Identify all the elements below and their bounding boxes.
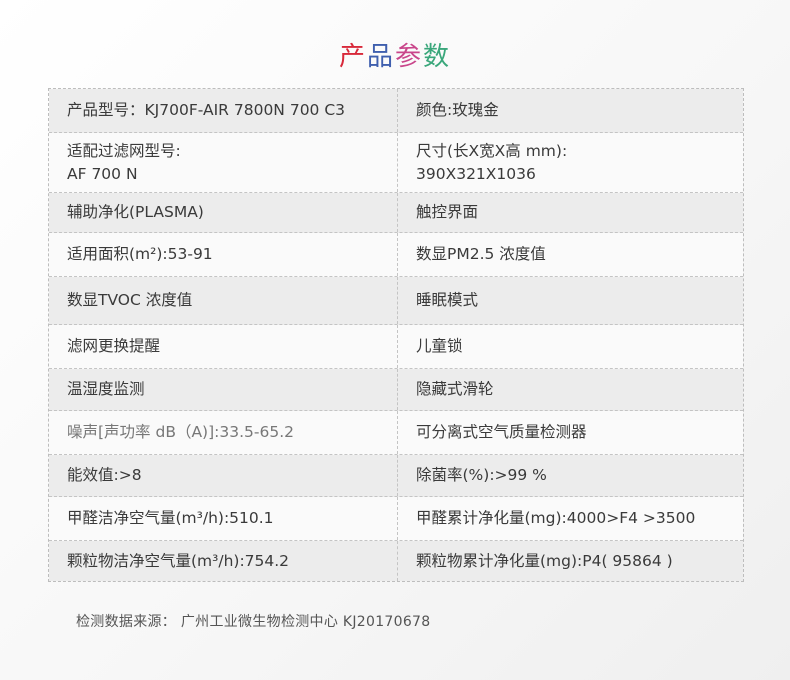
data-source-note: 检测数据来源： 广州工业微生物检测中心 KJ20170678 <box>76 614 431 630</box>
spec-text: 隐藏式滑轮 <box>416 380 494 398</box>
spec-cell: 适用面积(m²):53-91 <box>49 233 398 276</box>
spec-cell: 睡眠模式 <box>398 277 743 324</box>
spec-cell: 能效值:>8 <box>49 455 398 496</box>
spec-text: 可分离式空气质量检测器 <box>416 423 587 441</box>
spec-cell: 颗粒物累计净化量(mg):P4( 95864 ) <box>398 541 743 581</box>
spec-cell: 甲醛累计净化量(mg):4000>F4 >3500 <box>398 497 743 540</box>
title-char: 参 <box>395 42 424 72</box>
spec-text: 适用面积(m²):53-91 <box>67 245 213 263</box>
spec-cell: 可分离式空气质量检测器 <box>398 411 743 454</box>
spec-text: 除菌率(%):>99 % <box>416 466 547 484</box>
spec-text: 辅助净化(PLASMA) <box>67 203 204 221</box>
spec-row: 颗粒物洁净空气量(m³/h):754.2 颗粒物累计净化量(mg):P4( 95… <box>49 541 743 581</box>
spec-row: 适用面积(m²):53-91 数显PM2.5 浓度值 <box>49 233 743 277</box>
spec-cell: 滤网更换提醒 <box>49 325 398 368</box>
spec-text: 颗粒物洁净空气量(m³/h):754.2 <box>67 551 290 570</box>
spec-cell: 儿童锁 <box>398 325 743 368</box>
spec-row: 甲醛洁净空气量(m³/h):510.1 甲醛累计净化量(mg):4000>F4 … <box>49 497 743 541</box>
spec-row: 噪声[声功率 dB（A)]:33.5-65.2 可分离式空气质量检测器 <box>49 411 743 455</box>
spec-text: 睡眠模式 <box>416 291 479 309</box>
spec-cell: 产品型号：KJ700F-AIR 7800N 700 C3 <box>49 89 398 132</box>
spec-cell: 尺寸(长X宽X高 mm): 390X321X1036 <box>398 133 743 192</box>
spec-row: 产品型号：KJ700F-AIR 7800N 700 C3 颜色:玫瑰金 <box>49 89 743 133</box>
spec-text: 数显PM2.5 浓度值 <box>416 245 546 263</box>
spec-cell: 数显TVOC 浓度值 <box>49 277 398 324</box>
spec-text: 儿童锁 <box>416 337 463 355</box>
spec-cell: 适配过滤网型号: AF 700 N <box>49 133 398 192</box>
spec-cell: 隐藏式滑轮 <box>398 369 743 410</box>
spec-text: 数显TVOC 浓度值 <box>67 291 193 309</box>
spec-row: 温湿度监测 隐藏式滑轮 <box>49 369 743 411</box>
spec-cell: 温湿度监测 <box>49 369 398 410</box>
spec-text: AF 700 N <box>67 164 138 183</box>
title-char: 产 <box>338 42 367 72</box>
spec-cell: 颜色:玫瑰金 <box>398 89 743 132</box>
spec-text: 颜色:玫瑰金 <box>416 101 499 119</box>
title-char: 数 <box>423 42 452 72</box>
spec-cell: 颗粒物洁净空气量(m³/h):754.2 <box>49 541 398 581</box>
spec-text: 适配过滤网型号: <box>67 141 181 160</box>
spec-text: 390X321X1036 <box>416 164 536 183</box>
spec-row: 能效值:>8 除菌率(%):>99 % <box>49 455 743 497</box>
spec-text: 颗粒物累计净化量(mg):P4( 95864 ) <box>416 551 673 570</box>
spec-cell: 甲醛洁净空气量(m³/h):510.1 <box>49 497 398 540</box>
spec-text: 温湿度监测 <box>67 380 145 398</box>
spec-text: 甲醛洁净空气量(m³/h):510.1 <box>67 509 274 527</box>
spec-cell: 数显PM2.5 浓度值 <box>398 233 743 276</box>
spec-text: 噪声[声功率 dB（A)]:33.5-65.2 <box>67 423 294 441</box>
title-char: 品 <box>366 42 395 72</box>
spec-text: 能效值:>8 <box>67 466 142 484</box>
page-title: 产品参数 <box>0 36 790 73</box>
spec-row: 辅助净化(PLASMA) 触控界面 <box>49 193 743 233</box>
spec-row: 数显TVOC 浓度值 睡眠模式 <box>49 277 743 325</box>
spec-cell: 噪声[声功率 dB（A)]:33.5-65.2 <box>49 411 398 454</box>
spec-cell: 除菌率(%):>99 % <box>398 455 743 496</box>
spec-text: 尺寸(长X宽X高 mm): <box>416 141 568 160</box>
spec-cell: 辅助净化(PLASMA) <box>49 193 398 232</box>
spec-text: 触控界面 <box>416 203 479 221</box>
spec-text: 产品型号：KJ700F-AIR 7800N 700 C3 <box>67 101 346 119</box>
spec-text: 甲醛累计净化量(mg):4000>F4 >3500 <box>416 509 696 527</box>
spec-text: 滤网更换提醒 <box>67 337 161 355</box>
spec-table: 产品型号：KJ700F-AIR 7800N 700 C3 颜色:玫瑰金 适配过滤… <box>48 88 744 582</box>
spec-cell: 触控界面 <box>398 193 743 232</box>
spec-row: 滤网更换提醒 儿童锁 <box>49 325 743 369</box>
spec-row: 适配过滤网型号: AF 700 N 尺寸(长X宽X高 mm): 390X321X10… <box>49 133 743 193</box>
